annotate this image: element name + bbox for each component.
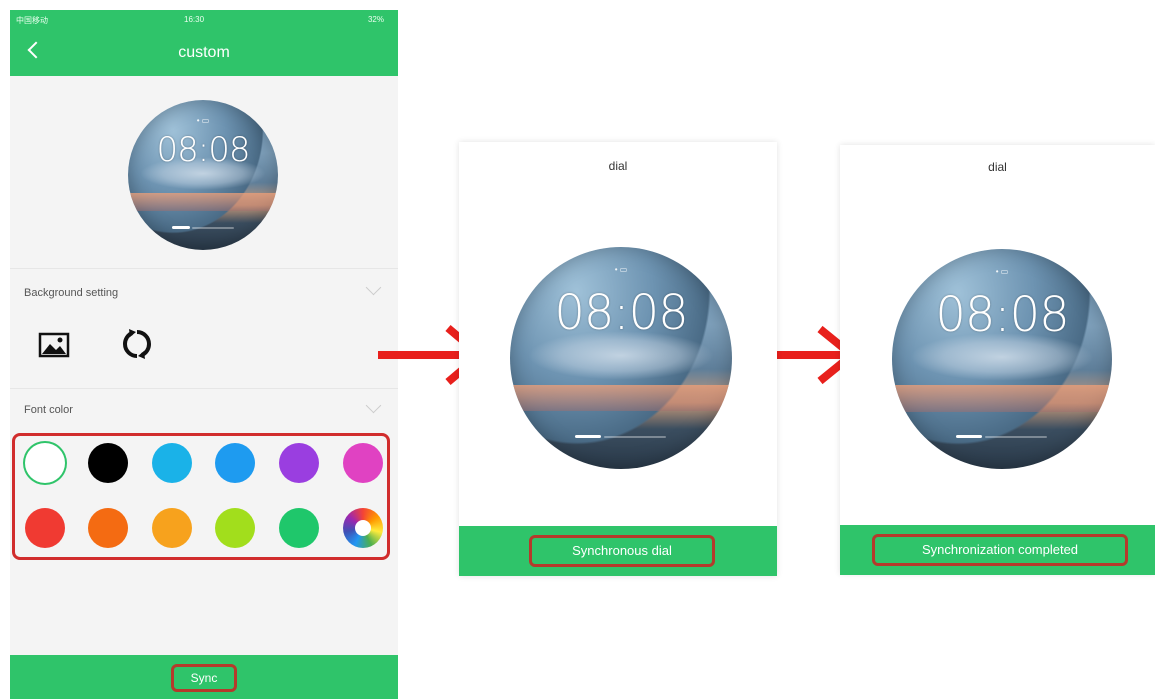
synchronous-dial-button[interactable]: Synchronous dial	[529, 535, 715, 567]
rotate-icon[interactable]	[120, 327, 154, 361]
color-swatch-white[interactable]	[25, 443, 65, 483]
color-swatch-lime[interactable]	[215, 508, 255, 548]
divider	[10, 268, 398, 269]
screen-title: dial	[608, 159, 628, 173]
color-swatch-color-wheel[interactable]	[343, 508, 383, 548]
status-time: 16:30	[184, 15, 205, 24]
custom-dial-screen: 中国移动 16:30 32% custom • ▭ 08:08 Backgrou…	[10, 10, 398, 699]
watch-status-icons: • ▭	[995, 267, 1009, 276]
watch-progress-track	[192, 227, 234, 229]
app-header: 中国移动 16:30 32% custom	[10, 10, 398, 76]
color-swatch-purple[interactable]	[279, 443, 319, 483]
status-battery: 32%	[367, 15, 384, 24]
watch-horizon	[892, 385, 1112, 412]
screen-title: dial	[988, 160, 1007, 174]
color-swatch-dark-orange[interactable]	[88, 508, 128, 548]
watch-progress-bar	[575, 435, 601, 438]
sync-bar: Synchronization completed	[840, 525, 1155, 575]
watch-progress-track	[604, 436, 666, 438]
color-swatch-magenta[interactable]	[343, 443, 383, 483]
watch-progress-bar	[172, 226, 190, 229]
watch-face-preview: • ▭ 08:08	[892, 249, 1112, 469]
color-swatch-blue[interactable]	[215, 443, 255, 483]
page-title: custom	[178, 44, 230, 61]
synchronization-completed-screen: dial • ▭ 08:08 Synchronization completed	[840, 145, 1155, 575]
watch-face-preview: • ▭ 08:08	[128, 100, 278, 250]
color-swatch-black[interactable]	[88, 443, 128, 483]
sync-button[interactable]: Sync	[171, 664, 237, 692]
watch-face-preview: • ▭ 08:08	[510, 247, 732, 469]
color-swatch-green[interactable]	[279, 508, 319, 548]
synchronization-completed-button[interactable]: Synchronization completed	[872, 534, 1128, 566]
watch-time: 08:08	[156, 130, 251, 170]
divider	[10, 388, 398, 389]
background-setting-label: Background setting	[24, 287, 119, 299]
color-swatch-orange[interactable]	[152, 508, 192, 548]
watch-horizon	[510, 384, 732, 412]
watch-progress-bar	[956, 435, 982, 438]
watch-progress-track	[985, 436, 1047, 438]
synchronous-dial-screen: dial • ▭ 08:08 Synchronous dial	[459, 142, 777, 576]
sync-bar: Synchronous dial	[459, 526, 777, 576]
watch-horizon	[128, 193, 278, 211]
font-color-label: Font color	[24, 404, 73, 416]
color-swatch-light-blue[interactable]	[152, 443, 192, 483]
watch-time: 08:08	[935, 287, 1069, 343]
watch-time: 08:08	[554, 285, 688, 341]
chevron-down-icon[interactable]	[365, 397, 382, 414]
chevron-down-icon[interactable]	[365, 279, 382, 296]
color-swatch-red[interactable]	[25, 508, 65, 548]
status-carrier: 中国移动	[16, 16, 48, 25]
watch-status-icons: • ▭	[614, 265, 628, 274]
watch-status-icons: • ▭	[196, 116, 210, 125]
status-bar: 中国移动 16:30 32%	[10, 10, 398, 30]
image-icon[interactable]	[37, 329, 71, 363]
sync-bar: Sync	[10, 655, 398, 699]
font-color-swatches-highlight	[12, 433, 390, 560]
